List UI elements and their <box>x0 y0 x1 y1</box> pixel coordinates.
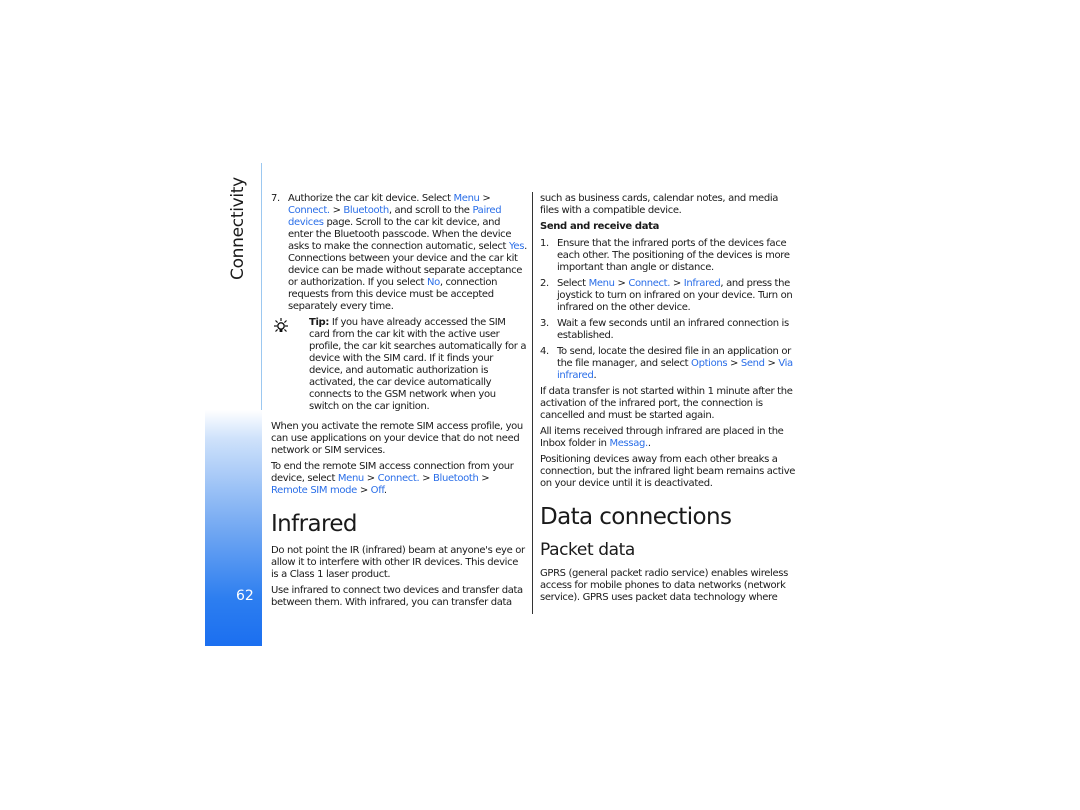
lightbulb-icon <box>274 318 288 332</box>
send-link[interactable]: Send <box>741 358 765 369</box>
paragraph: GPRS (general packet radio service) enab… <box>540 568 789 603</box>
left-column: 7. Authorize the car kit device. Select … <box>271 193 527 613</box>
connect-link[interactable]: Connect. <box>628 278 670 289</box>
sidebar-line <box>261 163 262 423</box>
section-title: Connectivity <box>228 177 248 280</box>
paragraph: If data transfer is not started within 1… <box>540 386 793 421</box>
menu-link[interactable]: Menu <box>589 278 615 289</box>
messaging-link[interactable]: Messag. <box>609 438 648 449</box>
paragraph: Do not point the IR (infrared) beam at a… <box>271 545 525 580</box>
paragraph: To end the remote SIM access connection … <box>271 461 514 496</box>
infrared-heading: Infrared <box>271 511 358 537</box>
paragraph: When you activate the remote SIM access … <box>271 421 523 456</box>
menu-link[interactable]: Menu <box>338 473 364 484</box>
tip-label: Tip: <box>309 317 330 328</box>
yes-link[interactable]: Yes <box>509 241 524 252</box>
options-link[interactable]: Options <box>691 358 727 369</box>
send-receive-heading: Send and receive data <box>540 221 659 232</box>
list-item: 3. Wait a few seconds until an infrared c… <box>540 318 789 341</box>
column-divider <box>532 192 533 614</box>
list-item: 2. Select Menu > Connect. > Infrared, and… <box>540 278 793 313</box>
paragraph: Positioning devices away from each other… <box>540 454 796 489</box>
sidebar-tab <box>205 410 262 646</box>
paragraph: such as business cards, calendar notes, … <box>540 193 779 216</box>
bluetooth-link[interactable]: Bluetooth <box>343 205 389 216</box>
no-link[interactable]: No <box>427 277 440 288</box>
list-item: 7. Authorize the car kit device. Select … <box>271 193 527 312</box>
menu-link[interactable]: Menu <box>453 193 479 204</box>
bluetooth-link[interactable]: Bluetooth <box>433 473 479 484</box>
list-item: 1. Ensure that the infrared ports of the … <box>540 238 790 273</box>
off-link[interactable]: Off <box>371 485 384 496</box>
connect-link[interactable]: Connect. <box>378 473 420 484</box>
paragraph: Use infrared to connect two devices and … <box>271 585 523 608</box>
data-connections-heading: Data connections <box>540 504 732 530</box>
packet-data-heading: Packet data <box>540 540 635 560</box>
remote-sim-mode-link[interactable]: Remote SIM mode <box>271 485 357 496</box>
list-item: 4. To send, locate the desired file in an… <box>540 346 793 381</box>
connect-link[interactable]: Connect. <box>288 205 330 216</box>
paragraph: All items received through infrared are … <box>540 426 784 449</box>
tip-box: Tip: If you have already accessed the SI… <box>271 317 527 413</box>
page-number: 62 <box>236 588 254 604</box>
right-column: such as business cards, calendar notes, … <box>540 193 796 608</box>
infrared-link[interactable]: Infrared <box>684 278 721 289</box>
